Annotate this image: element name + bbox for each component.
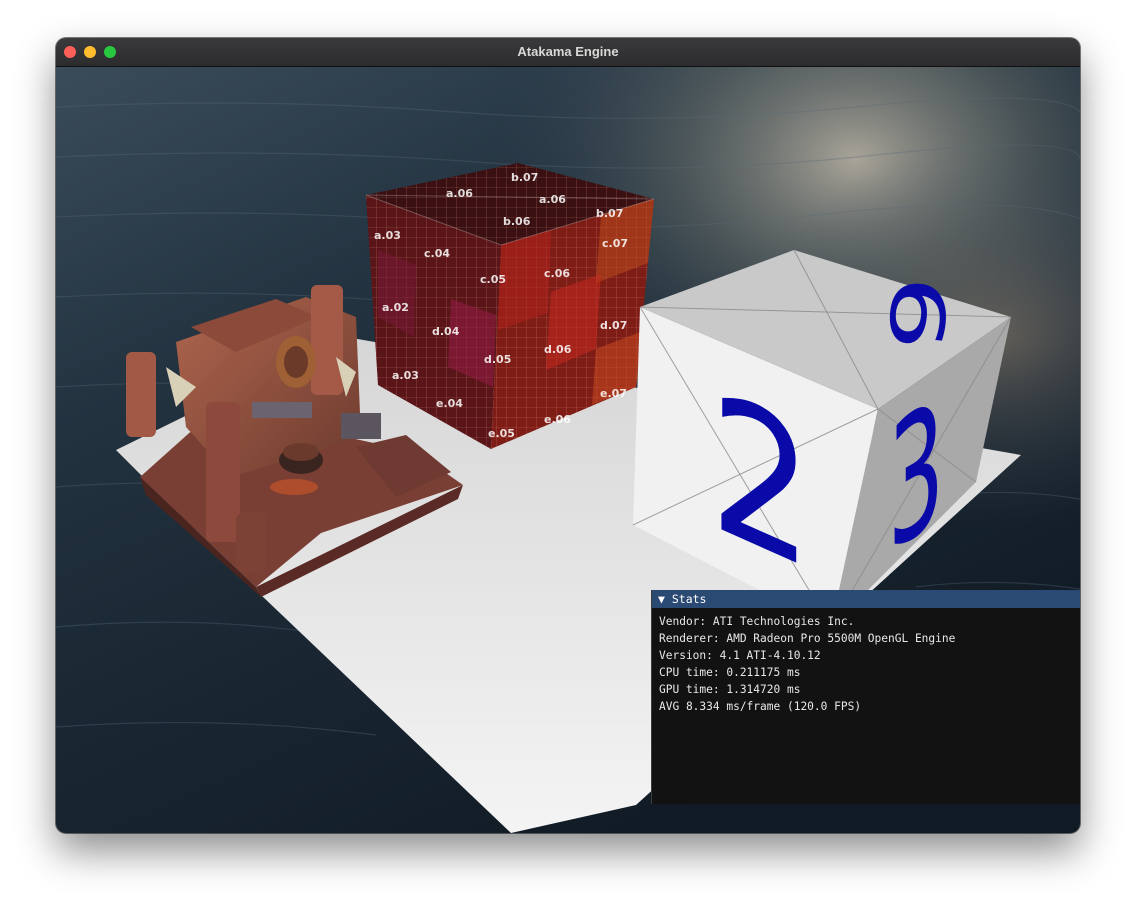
dice-number-two: 2 [710,349,813,615]
cube-top-label: b.06 [503,215,531,228]
cube-front-label: d.05 [484,353,511,366]
cube-right-label: d.07 [600,319,627,332]
cube-right-label: c.07 [602,237,628,250]
stats-renderer: Renderer: AMD Radeon Pro 5500M OpenGL En… [659,632,956,645]
stats-header[interactable]: ▼ Stats [652,590,1080,608]
cube-right-label: e.06 [544,413,571,426]
cube-front-label: e.04 [436,397,463,410]
cube-front-label: e.05 [488,427,515,440]
cube-top-label: b.07 [596,207,623,220]
cube-top-label: a.06 [446,187,473,200]
cube-top-label: a.06 [539,193,566,206]
cube-front-label: c.04 [424,247,450,260]
stats-body: Vendor: ATI Technologies Inc. Renderer: … [652,608,1080,715]
window-title: Atakama Engine [517,44,619,59]
cube-front-label: d.04 [432,325,460,338]
title-bar[interactable]: Atakama Engine [56,38,1080,67]
stats-vendor: Vendor: ATI Technologies Inc. [659,615,855,628]
cube-front-label: a.03 [374,229,401,242]
stats-panel: ▼ Stats Vendor: ATI Technologies Inc. Re… [651,590,1080,804]
cube-front-label: c.05 [480,273,506,286]
cube-right-label: d.06 [544,343,572,356]
cube-right-label: c.06 [544,267,570,280]
cube-front-label: a.02 [382,301,409,314]
dice-number-three: 3 [888,362,944,592]
cube-right-label: e.07 [600,387,627,400]
stats-version: Version: 4.1 ATI-4.10.12 [659,649,821,662]
stats-gpu-time: GPU time: 1.314720 ms [659,683,801,696]
app-window: Atakama Engine a.06 b.07 a.06 b.07 b.06 … [56,38,1080,833]
cube-top-label: b.07 [511,171,538,184]
cube-front-label: a.03 [392,369,419,382]
stats-avg-frame: AVG 8.334 ms/frame (120.0 FPS) [659,700,862,713]
stats-cpu-time: CPU time: 0.211175 ms [659,666,801,679]
dice-number-six: 6 [870,272,964,356]
